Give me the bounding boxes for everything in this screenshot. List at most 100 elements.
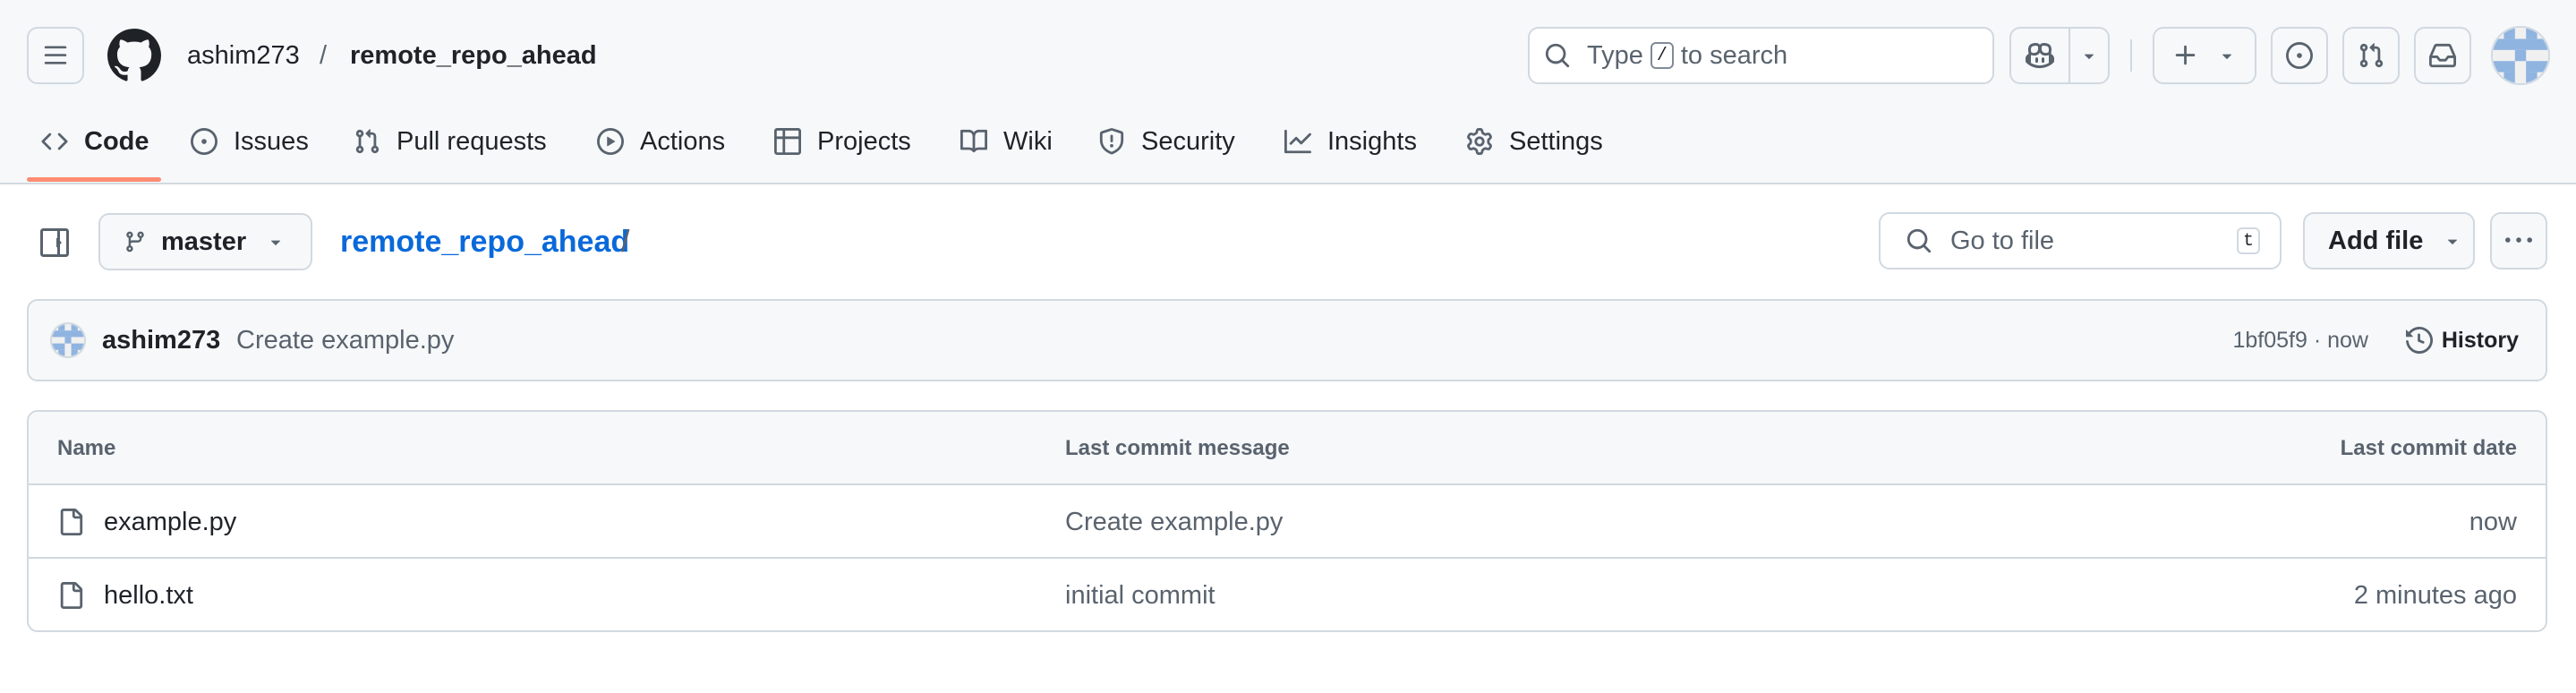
go-to-file-placeholder: Go to file [1950, 226, 2055, 255]
inbox-icon [2429, 43, 2456, 68]
latest-commit-bar: ashim273 Create example.py 1bf05f9 · now… [27, 299, 2547, 381]
github-logo-icon[interactable] [107, 29, 161, 87]
app-header: ashim273 / remote_repo_ahead Type / to s… [0, 0, 2576, 184]
history-label: History [2441, 327, 2519, 353]
file-table-header: Name Last commit message Last commit dat… [29, 412, 2546, 485]
search-prefix-text: Type [1587, 40, 1643, 70]
commit-sha-link[interactable]: 1bf05f9 [2232, 328, 2307, 353]
create-new-inner [2154, 29, 2255, 82]
owner-link[interactable]: ashim273 [187, 36, 300, 75]
commit-time: now [2327, 328, 2368, 353]
triangle-down-icon [2084, 54, 2094, 59]
file-icon [60, 509, 83, 535]
go-to-file-input[interactable]: Go to file t [1879, 212, 2282, 270]
tab-projects-label: Projects [817, 126, 911, 156]
tab-issues[interactable]: Issues [191, 116, 309, 167]
copilot-icon [2026, 42, 2054, 69]
gear-icon [1467, 128, 1492, 155]
history-icon [2405, 327, 2433, 354]
triangle-down-icon [2448, 239, 2458, 244]
branch-selector[interactable]: master [98, 213, 312, 270]
search-shortcut-key: / [1650, 42, 1674, 69]
git-pull-request-icon [355, 129, 380, 154]
tab-code[interactable]: Code [41, 116, 149, 167]
code-icon [41, 133, 68, 150]
graph-icon [1284, 129, 1311, 154]
issue-opened-icon [2286, 42, 2313, 69]
commit-meta: 1bf05f9 · now [2232, 301, 2368, 380]
menu-button[interactable] [27, 27, 84, 84]
tab-security-label: Security [1141, 126, 1235, 156]
table-row: hello.txt initial commit 2 minutes ago [29, 559, 2546, 630]
add-file-button[interactable]: Add file [2303, 212, 2475, 270]
tab-wiki-label: Wiki [1003, 126, 1053, 156]
kebab-horizontal-icon [2505, 237, 2532, 243]
file-commit-date: 2 minutes ago [2353, 581, 2517, 610]
hamburger-icon [44, 46, 67, 64]
identicon-icon [2493, 28, 2548, 83]
tab-security[interactable]: Security [1098, 116, 1235, 167]
tab-issues-label: Issues [234, 126, 309, 156]
file-commit-message-link[interactable]: initial commit [1065, 559, 1215, 630]
tab-settings[interactable]: Settings [1466, 116, 1603, 167]
toggle-file-tree-button[interactable] [36, 224, 73, 261]
tab-code-label: Code [84, 126, 149, 156]
history-button[interactable]: History [2405, 301, 2519, 380]
tab-settings-label: Settings [1509, 126, 1603, 156]
triangle-down-icon [2222, 54, 2232, 59]
column-header-last-commit-date: Last commit date [2340, 436, 2517, 460]
copilot-button[interactable] [2011, 29, 2068, 82]
user-avatar[interactable] [2491, 26, 2550, 85]
commit-meta-dot: · [2313, 328, 2322, 353]
issues-button[interactable] [2271, 27, 2328, 84]
play-icon [597, 128, 624, 155]
selected-tab-indicator [27, 177, 161, 182]
file-commit-date: now [2469, 508, 2517, 536]
global-search-input[interactable]: Type / to search [1528, 27, 1994, 84]
search-icon [1545, 43, 1570, 68]
identicon-icon [52, 324, 84, 356]
inbox-button[interactable] [2414, 27, 2471, 84]
file-commit-message-link[interactable]: Create example.py [1065, 485, 1283, 559]
tab-pull-requests[interactable]: Pull requests [354, 116, 547, 167]
search-suffix-text: to search [1680, 40, 1788, 70]
commit-author-link[interactable]: ashim273 [102, 301, 220, 380]
branch-name: master [161, 227, 247, 256]
table-row: example.py Create example.py now [29, 485, 2546, 559]
header-divider [2130, 39, 2132, 72]
search-icon [1906, 228, 1932, 253]
go-to-file-shortcut-key: t [2237, 227, 2260, 254]
copilot-button-group [2009, 27, 2110, 84]
shield-icon [1099, 128, 1124, 155]
tab-projects[interactable]: Projects [774, 116, 911, 167]
pull-requests-button[interactable] [2342, 27, 2400, 84]
more-options-button[interactable] [2490, 212, 2547, 270]
breadcrumb-separator: / [320, 41, 328, 70]
plus-icon [2175, 45, 2196, 65]
file-name-link[interactable]: example.py [104, 485, 236, 559]
tab-wiki[interactable]: Wiki [960, 116, 1053, 167]
file-name-link[interactable]: hello.txt [104, 559, 193, 630]
create-new-button[interactable] [2153, 27, 2256, 84]
tab-pull-requests-label: Pull requests [397, 126, 547, 156]
table-icon [774, 128, 801, 155]
copilot-dropdown-button[interactable] [2068, 29, 2108, 82]
sidebar-expand-icon [40, 228, 69, 257]
commit-author-avatar[interactable] [50, 322, 86, 358]
file-icon [60, 582, 83, 609]
triangle-down-icon [271, 240, 281, 245]
file-table: Name Last commit message Last commit dat… [27, 410, 2547, 632]
book-icon [960, 129, 987, 153]
tab-insights-label: Insights [1327, 126, 1417, 156]
column-header-last-commit-message: Last commit message [1065, 436, 1290, 460]
commit-message-link[interactable]: Create example.py [236, 301, 454, 380]
tab-insights[interactable]: Insights [1284, 116, 1417, 167]
git-branch-icon [126, 231, 144, 252]
repo-root-link[interactable]: remote_repo_ahead [340, 224, 629, 260]
repo-name-link[interactable]: remote_repo_ahead [350, 36, 597, 75]
tab-actions-label: Actions [640, 126, 726, 156]
path-separator: / [621, 225, 630, 259]
tab-actions[interactable]: Actions [597, 116, 725, 167]
git-pull-request-icon [2359, 43, 2384, 68]
add-file-label: Add file [2328, 226, 2424, 255]
